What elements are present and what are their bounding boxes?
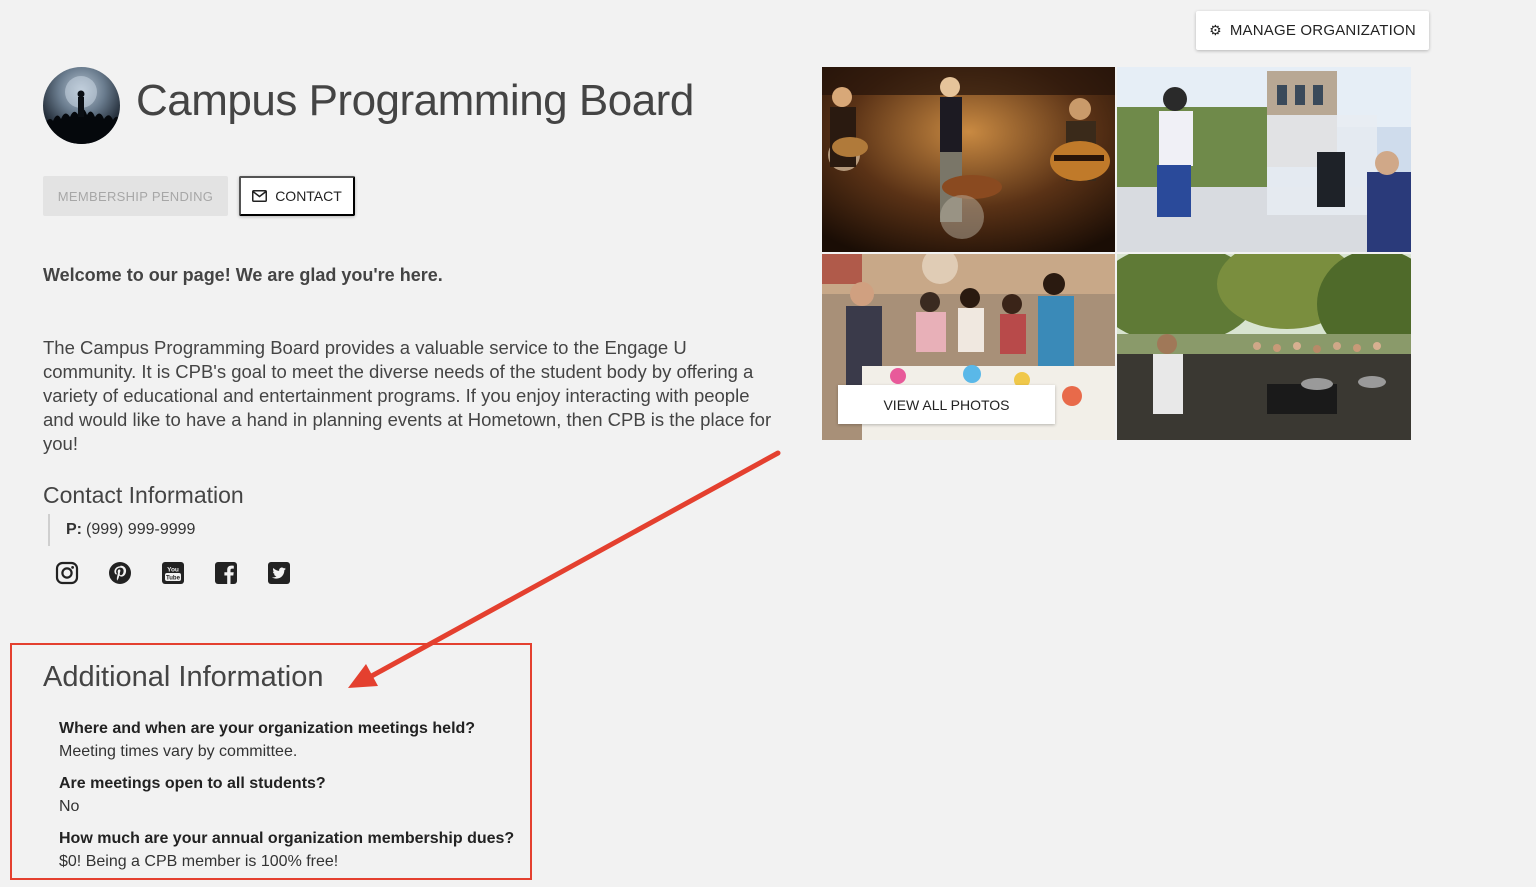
organization-page: ⚙ MANAGE ORGANIZATION Campus Programming… [0, 0, 1536, 887]
contact-information-heading: Contact Information [43, 482, 244, 508]
qa-item: Where and when are your organization mee… [59, 718, 475, 764]
svg-text:Tube: Tube [166, 575, 181, 581]
contact-button[interactable]: CONTACT [239, 176, 355, 216]
qa-question: Are meetings open to all students? [59, 775, 326, 792]
additional-information-heading: Additional Information [43, 661, 324, 693]
manage-organization-label: MANAGE ORGANIZATION [1229, 22, 1416, 39]
qa-question: How much are your annual organization me… [59, 830, 515, 847]
contact-label: CONTACT [275, 188, 342, 204]
phone-label: P: [66, 521, 82, 538]
pinterest-icon[interactable] [108, 561, 132, 585]
qa-answer: No [59, 798, 80, 815]
gallery-photo-concert-crowd[interactable] [1117, 254, 1411, 440]
manage-organization-button[interactable]: ⚙ MANAGE ORGANIZATION [1196, 11, 1429, 50]
phone-number: (999) 999-9999 [86, 521, 196, 538]
instagram-icon[interactable] [55, 561, 79, 585]
view-all-photos-button[interactable]: VIEW ALL PHOTOS [838, 385, 1055, 424]
qa-answer: Meeting times vary by committee. [59, 743, 298, 760]
gallery-photo-band[interactable] [822, 67, 1115, 252]
gallery-photo-outdoor-event[interactable] [1117, 67, 1411, 252]
organization-description: The Campus Programming Board provides a … [43, 337, 772, 454]
qa-question: Where and when are your organization mee… [59, 720, 476, 737]
qa-answer: $0! Being a CPB member is 100% free! [59, 853, 339, 870]
phone-contact: P: (999) 999-9999 [48, 514, 195, 546]
envelope-icon [252, 190, 268, 202]
twitter-icon[interactable] [267, 561, 291, 585]
gear-icon: ⚙ [1209, 22, 1222, 38]
qa-item: How much are your annual organization me… [59, 828, 514, 874]
qa-item: Are meetings open to all students? No [59, 773, 326, 819]
membership-pending-button: MEMBERSHIP PENDING [43, 176, 228, 216]
welcome-message: Welcome to our page! We are glad you're … [43, 265, 443, 285]
youtube-icon[interactable]: You Tube [161, 561, 185, 585]
facebook-icon[interactable] [214, 561, 238, 585]
organization-name: Campus Programming Board [136, 76, 694, 125]
organization-avatar [43, 67, 120, 144]
svg-text:You: You [167, 567, 179, 574]
concert-crowd-image [43, 76, 120, 144]
